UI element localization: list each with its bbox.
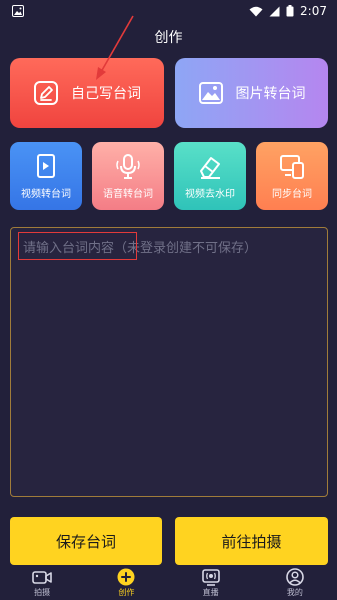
camera-icon — [32, 571, 52, 584]
microphone-icon — [116, 153, 140, 179]
picture-icon — [198, 82, 223, 104]
plus-circle-icon — [117, 568, 135, 586]
status-time: 2:07 — [300, 4, 327, 18]
remove-watermark-button[interactable]: 视频去水印 — [174, 142, 246, 210]
sync-devices-icon — [280, 154, 304, 179]
image-to-script-label: 图片转台词 — [235, 86, 306, 102]
tab-create-label: 创作 — [118, 588, 135, 597]
bottom-tab-bar: 拍摄 创作 直播 我的 — [0, 566, 337, 600]
tool-row: 视频转台词 语音转台词 视频去水印 同步台词 — [10, 142, 328, 212]
video-file-icon — [37, 153, 55, 178]
image-to-script-button[interactable]: 图片转台词 — [175, 58, 328, 128]
script-editor — [10, 227, 328, 497]
profile-icon — [286, 568, 304, 586]
script-content-input[interactable] — [23, 236, 315, 260]
sync-script-label: 同步台词 — [272, 188, 312, 200]
tab-live-label: 直播 — [202, 588, 219, 597]
write-edit-icon — [34, 81, 58, 105]
save-script-button[interactable]: 保存台词 — [10, 517, 162, 565]
wifi-icon — [249, 6, 263, 16]
remove-watermark-label: 视频去水印 — [185, 188, 235, 200]
status-bar: 2:07 — [0, 0, 337, 22]
tab-live[interactable]: 直播 — [169, 568, 253, 598]
tab-shoot-label: 拍摄 — [34, 588, 51, 597]
sync-script-button[interactable]: 同步台词 — [256, 142, 328, 210]
video-to-script-button[interactable]: 视频转台词 — [10, 142, 82, 210]
eraser-icon — [200, 156, 220, 179]
tab-create[interactable]: 创作 — [84, 568, 168, 598]
video-to-script-label: 视频转台词 — [21, 188, 71, 200]
status-right: 2:07 — [249, 4, 327, 18]
tab-shoot[interactable]: 拍摄 — [0, 568, 84, 598]
tab-mine-label: 我的 — [286, 588, 303, 597]
page-title: 创作 — [154, 30, 183, 46]
voice-to-script-button[interactable]: 语音转台词 — [92, 142, 164, 210]
write-script-button[interactable]: 自己写台词 — [10, 58, 164, 128]
live-broadcast-icon — [201, 569, 220, 586]
title-bar: 创作 — [0, 22, 337, 52]
status-left — [12, 5, 24, 17]
go-shoot-button[interactable]: 前往拍摄 — [175, 517, 328, 565]
tab-mine[interactable]: 我的 — [253, 568, 337, 598]
signal-icon — [269, 6, 280, 16]
image-notification-icon — [12, 5, 24, 17]
write-script-label: 自己写台词 — [71, 86, 141, 102]
voice-to-script-label: 语音转台词 — [103, 188, 153, 200]
battery-icon — [286, 5, 294, 17]
